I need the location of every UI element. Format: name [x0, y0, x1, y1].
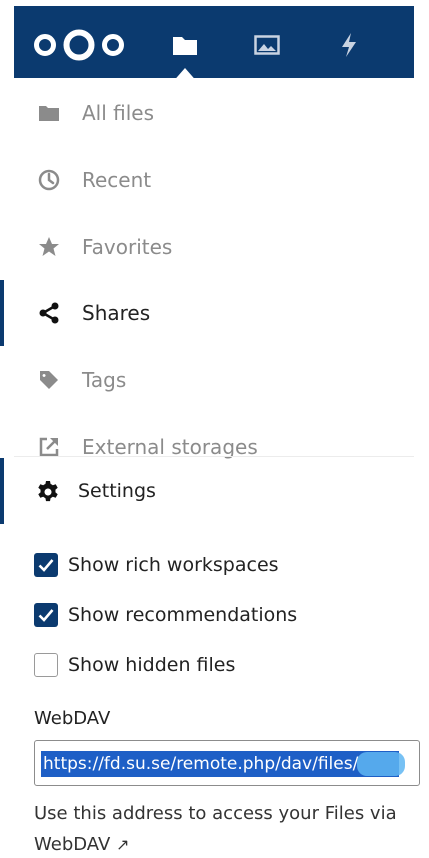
- active-indicator: [0, 280, 4, 346]
- option-show-rich-workspaces[interactable]: Show rich workspaces: [34, 551, 279, 579]
- checkbox-checked[interactable]: [34, 603, 58, 627]
- clock-icon: [38, 169, 60, 191]
- settings-toggle[interactable]: Settings: [0, 458, 414, 524]
- external-arrow-icon: ↗: [116, 835, 130, 854]
- checkbox-checked[interactable]: [34, 553, 58, 577]
- webdav-hint-text: Use this address to access your Files vi…: [34, 803, 397, 855]
- nav-item-label: Recent: [82, 168, 152, 192]
- active-indicator: [0, 458, 4, 524]
- nav-item-label: All files: [82, 101, 155, 125]
- nav-item-favorites[interactable]: Favorites: [14, 214, 414, 280]
- settings-label: Settings: [78, 480, 156, 502]
- nav-divider: [14, 456, 414, 457]
- nav-item-recent[interactable]: Recent: [14, 147, 414, 213]
- header-files-app-button[interactable]: [168, 30, 202, 60]
- option-label: Show hidden files: [68, 654, 236, 676]
- redacted-username: [357, 752, 405, 776]
- folder-icon: [38, 102, 60, 124]
- check-icon: [38, 559, 54, 572]
- external-link-icon: [38, 436, 60, 458]
- image-icon: [254, 35, 280, 55]
- webdav-hint-link[interactable]: Use this address to access your Files vi…: [34, 798, 414, 858]
- header-photos-app-button[interactable]: [250, 30, 284, 60]
- header-activity-app-button[interactable]: [332, 30, 366, 60]
- nav-item-label: Favorites: [82, 235, 173, 259]
- nav-item-label: Tags: [82, 368, 127, 392]
- checkbox-unchecked[interactable]: [34, 653, 58, 677]
- nextcloud-logo-icon[interactable]: [32, 28, 126, 62]
- option-label: Show recommendations: [68, 604, 298, 626]
- webdav-url-selected-text: https://fd.su.se/remote.php/dav/files/: [41, 751, 399, 777]
- option-show-hidden-files[interactable]: Show hidden files: [34, 651, 235, 679]
- check-icon: [38, 609, 54, 622]
- option-show-recommendations[interactable]: Show recommendations: [34, 601, 297, 629]
- folder-icon: [173, 37, 197, 55]
- star-icon: [38, 236, 60, 258]
- nav-item-label: Shares: [82, 301, 151, 325]
- app-header: [14, 6, 414, 84]
- nav-item-shares[interactable]: Shares: [0, 280, 414, 346]
- nav-item-tags[interactable]: Tags: [14, 347, 414, 413]
- option-label: Show rich workspaces: [68, 554, 279, 576]
- nav-item-all-files[interactable]: All files: [14, 80, 414, 146]
- lightning-icon: [342, 33, 356, 57]
- webdav-heading: WebDAV: [34, 708, 111, 729]
- share-icon: [38, 302, 60, 324]
- files-app-sidebar: All files Recent Favorites Shares Tags E…: [0, 0, 429, 858]
- tag-icon: [38, 369, 60, 391]
- gear-icon: [38, 481, 58, 502]
- webdav-url-input[interactable]: https://fd.su.se/remote.php/dav/files/: [34, 740, 420, 786]
